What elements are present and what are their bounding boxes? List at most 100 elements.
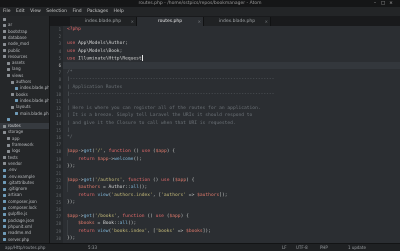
tab-label: index.blade.php — [218, 19, 256, 24]
indent-guide — [67, 220, 68, 235]
menu-view[interactable]: View — [30, 9, 41, 14]
file-icon — [3, 212, 6, 216]
code-token: /* — [67, 70, 73, 76]
code-token: ]); — [202, 228, 211, 234]
line-number: 17 — [56, 142, 61, 148]
code-token: }); — [67, 199, 76, 205]
code-line: use Illuminate\Http\Request — [67, 54, 143, 62]
code-token: () — [150, 178, 162, 184]
menu-selection[interactable]: Selection — [46, 9, 67, 14]
close-tab-icon[interactable]: × — [131, 17, 134, 26]
code-token: view — [97, 192, 109, 198]
code-editor[interactable]: 1 2 3 4 5 6 7 8 9 10 11 12 13 14 15 16 17 18 19 20 21 22 23 24 2… — [50, 26, 400, 243]
line-number: 6 — [58, 63, 61, 68]
folder-icon — [3, 55, 6, 59]
code-token: ; — [119, 48, 123, 54]
code-token: = — [100, 185, 109, 191]
file-icon — [3, 181, 6, 185]
code-token: (); — [139, 185, 148, 191]
tab-index-blade-books[interactable]: index.blade.php × — [204, 17, 271, 26]
file-icon — [3, 231, 6, 235]
folder-icon — [11, 80, 14, 84]
code-line: | — [67, 98, 70, 105]
line-number: 23 — [56, 185, 61, 191]
code-token: | It is a breeze. Simply tell Laravel th… — [67, 113, 253, 119]
code-token: => — [174, 228, 187, 234]
folder-icon — [3, 130, 6, 134]
line-number: 10 — [56, 91, 61, 97]
folder-icon — [7, 61, 10, 65]
menu-packages[interactable]: Packages — [87, 9, 108, 14]
code-line: return view('authors.index', ['authors' … — [67, 192, 227, 199]
code-token: use — [67, 41, 79, 47]
code-token: | — [67, 127, 70, 133]
code-token: 'books.index' — [111, 228, 148, 234]
folder-icon — [3, 36, 6, 40]
folder-icon — [7, 74, 10, 78]
close-window-icon[interactable]: × — [388, 1, 394, 6]
code-token: '/books' — [94, 214, 117, 220]
tab-bar: index.blade.php × routes.php × index.bla… — [50, 16, 400, 26]
code-token: | and give it the Closure to call when t… — [67, 120, 236, 126]
code-token: ) { — [186, 178, 195, 184]
file-icon — [15, 86, 18, 90]
folder-icon — [3, 124, 6, 128]
folder-icon — [7, 149, 10, 153]
code-line: $authors = Author::all(); — [67, 184, 147, 191]
code-token: $app — [169, 214, 181, 220]
code-token: (); — [127, 221, 137, 227]
file-icon — [3, 187, 6, 191]
line-number: 5 — [58, 55, 61, 61]
line-number: 30 — [56, 235, 61, 241]
tab-index-blade-authors[interactable]: index.blade.php × — [70, 17, 137, 26]
indent-guide — [67, 177, 68, 192]
code-line: $app->get('/authors', function () use ($… — [67, 177, 194, 184]
tab-label: routes.php — [157, 19, 183, 24]
code-token: use — [67, 56, 79, 62]
code-token: $authors — [78, 185, 101, 191]
line-number: 12 — [56, 106, 61, 112]
code-token: */ — [67, 135, 73, 140]
code-token: | — [67, 99, 70, 104]
line-number: 28 — [56, 221, 61, 227]
maximize-icon[interactable]: □ — [380, 1, 386, 6]
code-line: |---------------------------------------… — [67, 91, 274, 98]
code-token: Book — [103, 221, 115, 227]
file-icon — [15, 99, 18, 103]
minimize-icon[interactable]: – — [372, 1, 378, 6]
line-number: 20 — [56, 163, 61, 169]
code-line: */ — [67, 134, 73, 141]
menu-find[interactable]: Find — [72, 9, 81, 14]
code-line: $books = Book::all(); — [67, 220, 136, 227]
code-token: view — [97, 228, 109, 234]
menu-edit[interactable]: Edit — [16, 9, 25, 14]
code-token: Illuminate\Http\Request — [78, 56, 142, 62]
tree-item[interactable]: server.php — [0, 237, 49, 243]
file-icon — [7, 118, 10, 122]
tab-routes[interactable]: routes.php × — [137, 17, 204, 26]
line-number: 14 — [56, 120, 61, 126]
code-token: return — [78, 156, 98, 162]
code-token: |---------------------------------------… — [67, 91, 275, 97]
folder-icon — [7, 143, 10, 147]
code-token: App\Models\Book — [78, 48, 120, 54]
file-icon — [3, 175, 6, 179]
code-line: | Here is where you can register all of … — [67, 105, 261, 112]
close-tab-icon[interactable]: × — [265, 17, 268, 26]
menu-help[interactable]: Help — [114, 9, 124, 14]
menu-file[interactable]: File — [3, 9, 11, 14]
code-token: function — [108, 149, 131, 155]
code-token: , [ — [152, 192, 162, 198]
line-number-gutter: 1 2 3 4 5 6 7 8 9 10 11 12 13 14 15 16 17 18 19 20 21 22 23 24 2… — [50, 26, 63, 243]
line-number: 4 — [58, 48, 61, 54]
close-tab-icon[interactable]: × — [198, 17, 201, 26]
code-line: | and give it the Closure to call when t… — [67, 120, 236, 127]
line-number: 19 — [56, 156, 61, 162]
code-token: $books — [78, 221, 95, 227]
line-number: 1 — [58, 27, 61, 32]
folder-icon — [3, 23, 6, 27]
line-number: 29 — [56, 228, 61, 234]
folder-icon — [11, 105, 14, 109]
line-number: 24 — [56, 192, 61, 198]
